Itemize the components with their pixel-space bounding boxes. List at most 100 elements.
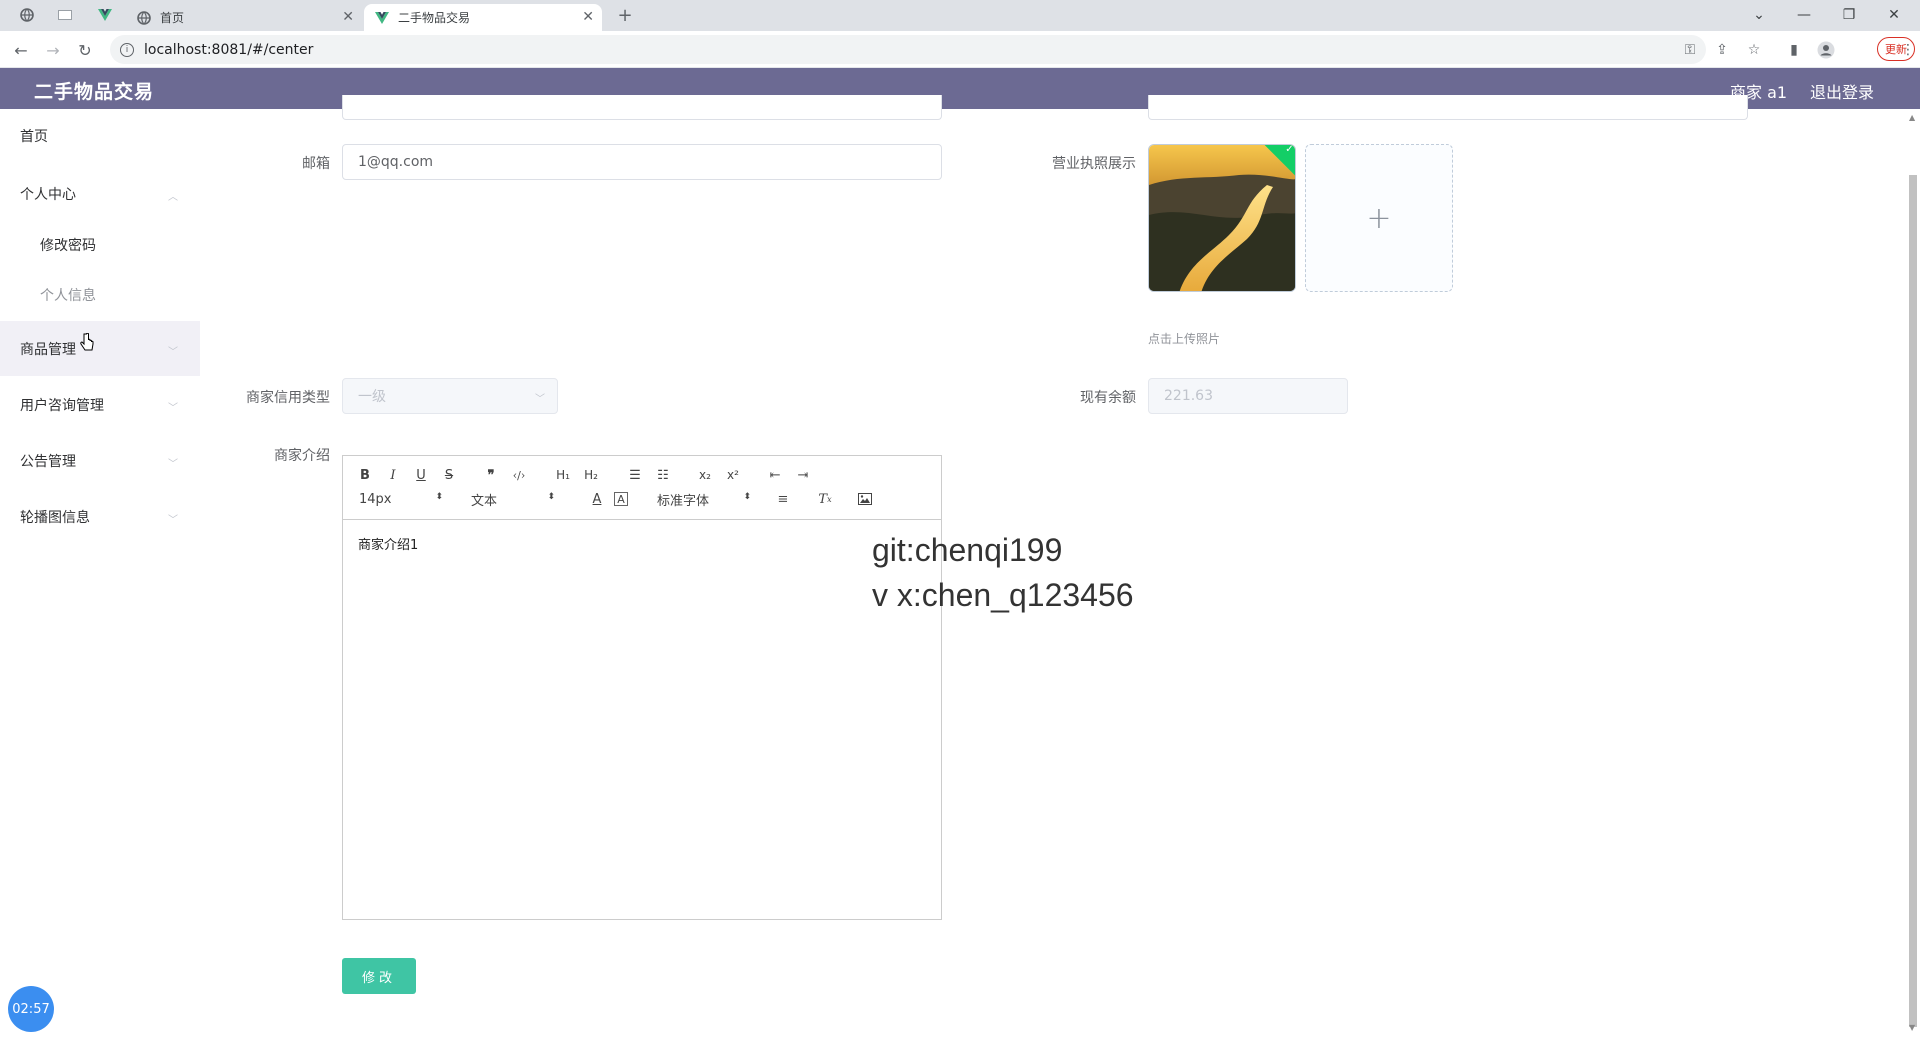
submit-button[interactable]: 修改 [342,958,416,994]
font-size-select[interactable]: 14px ⬍ [359,490,443,508]
intro-label: 商家介绍 [274,448,330,464]
font-color-icon[interactable]: A [587,490,607,508]
sidebar-item-label: 轮播图信息 [20,510,90,526]
sidebar-item-home[interactable]: 首页 [0,111,200,161]
image-icon[interactable] [855,490,875,508]
strike-icon[interactable]: S [439,466,459,484]
updown-arrow-icon: ⬍ [547,492,555,502]
license-image[interactable]: ✓ [1148,144,1296,292]
header-2-icon[interactable]: H₂ [581,466,601,484]
more-icon[interactable]: ⋮ [1898,40,1918,60]
address-bar[interactable]: i localhost:8081/#/center [110,35,1706,64]
sidebar-item-personal-center[interactable]: 个人中心 ︿ [0,169,200,219]
profile-icon[interactable] [1816,40,1836,60]
tab-secondhand[interactable]: 二手物品交易 ✕ [364,4,602,31]
sidebar-item-label: 商品管理 [20,341,76,358]
vue-icon[interactable] [96,6,114,24]
watermark: git:chenqi199 v x:chen_q123456 [872,528,1134,618]
code-block-icon[interactable]: ‹/› [509,466,529,484]
sidebar-item-carousel[interactable]: 轮播图信息 ﹀ [0,492,200,542]
close-icon[interactable]: ✕ [342,9,354,25]
italic-icon[interactable]: I [383,466,403,484]
email-field[interactable]: 1@qq.com [342,144,942,180]
chevron-down-icon[interactable]: ⌄ [1746,4,1772,26]
align-icon[interactable]: ≡ [773,490,793,508]
share-icon[interactable]: ⇪ [1712,40,1732,60]
back-icon[interactable]: ← [10,39,32,61]
updown-arrow-icon: ⬍ [743,492,751,502]
font-family-value: 标准字体 [657,493,710,509]
chevron-down-icon: ﹀ [168,347,178,358]
credit-type-value: 一级 [358,389,386,405]
upload-button[interactable]: + [1305,144,1453,292]
balance-label: 现有余额 [1080,390,1136,406]
plus-icon: + [1366,200,1392,236]
tab-label: 首页 [160,11,185,25]
block-type-select[interactable]: 文本 ⬍ [471,490,555,509]
chevron-down-icon: ﹀ [168,459,178,470]
timer-badge: 02:57 [8,986,54,1032]
side-panel-icon[interactable]: ▮ [1784,40,1804,60]
sidebar: 首页 个人中心 ︿ 修改密码 个人信息 商品管理 ﹀ 用户咨询管理 ﹀ 公告管理… [0,109,200,1038]
editor-content[interactable]: 商家介绍1 [358,534,418,553]
balance-field[interactable]: 221.63 [1148,378,1348,414]
scrollbar-thumb[interactable] [1909,175,1917,1027]
clear-format-icon[interactable]: Tx [815,490,835,508]
sidebar-item-change-password[interactable]: 修改密码 [0,220,200,270]
tab-home[interactable]: 首页 ✕ [126,4,362,31]
new-tab-icon[interactable]: + [616,5,634,26]
sidebar-item-label: 首页 [20,129,48,145]
scroll-down-arrow-icon[interactable]: ▼ [1909,1023,1915,1032]
sidebar-item-label: 用户咨询管理 [20,398,104,414]
header-1-icon[interactable]: H₁ [553,466,573,484]
underline-icon[interactable]: U [411,466,431,484]
bold-icon[interactable]: B [355,466,375,484]
page-scrollbar[interactable]: ▲ ▼ [1906,109,1920,1038]
reload-icon[interactable]: ↻ [74,39,96,61]
upload-hint: 点击上传照片 [1148,332,1221,346]
sidebar-item-label: 个人信息 [40,288,96,304]
key-icon[interactable]: ⚿ [1680,40,1700,60]
sidebar-item-personal-info[interactable]: 个人信息 [0,270,200,320]
app-title: 二手物品交易 [34,81,155,103]
email-label: 邮箱 [302,156,330,172]
font-size-value: 14px [359,491,392,507]
superscript-icon[interactable]: x² [723,466,743,484]
scroll-up-arrow-icon[interactable]: ▲ [1909,113,1915,122]
close-window-icon[interactable]: ✕ [1881,4,1907,26]
logout-link[interactable]: 退出登录 [1810,79,1874,103]
star-icon[interactable]: ☆ [1744,40,1764,60]
browser-toolbar: ← → ↻ i localhost:8081/#/center ⚿ ⇪ ☆ ▮ … [0,31,1920,68]
chevron-down-icon: ﹀ [168,403,178,414]
blank-page-icon[interactable] [56,6,74,24]
blockquote-icon[interactable]: ❞ [481,466,501,484]
editor-toolbar: B I U S ❞ ‹/› H₁ H₂ ☰ ☷ x₂ x² ⇤ ⇥ 14px ⬍… [343,456,941,520]
minimize-icon[interactable]: — [1791,4,1817,26]
rich-text-editor: B I U S ❞ ‹/› H₁ H₂ ☰ ☷ x₂ x² ⇤ ⇥ 14px ⬍… [342,455,942,920]
credit-type-select[interactable]: 一级 ﹀ [342,378,558,414]
background-color-icon[interactable]: A [614,492,628,506]
indent-icon[interactable]: ⇥ [793,466,813,484]
font-family-select[interactable]: 标准字体 ⬍ [657,490,751,509]
url-text: localhost:8081/#/center [144,41,314,58]
outdent-icon[interactable]: ⇤ [765,466,785,484]
top-right-field-clipped[interactable] [1148,95,1748,120]
restore-icon[interactable]: ❐ [1836,4,1862,26]
info-icon[interactable]: i [120,42,134,57]
bullet-list-icon[interactable]: ☷ [653,466,673,484]
ordered-list-icon[interactable]: ☰ [625,466,645,484]
top-field-clipped[interactable] [342,95,942,120]
tab-label: 二手物品交易 [398,11,471,25]
globe-icon[interactable] [18,6,36,24]
sidebar-item-goods-management[interactable]: 商品管理 ﹀ [0,321,200,376]
sidebar-item-consult-management[interactable]: 用户咨询管理 ﹀ [0,380,200,430]
close-icon[interactable]: ✕ [582,9,594,25]
sidebar-item-notice-management[interactable]: 公告管理 ﹀ [0,436,200,486]
forward-icon[interactable]: → [42,39,64,61]
sidebar-item-label: 修改密码 [40,238,96,254]
credit-type-label: 商家信用类型 [246,390,330,406]
subscript-icon[interactable]: x₂ [695,466,715,484]
watermark-line: v x:chen_q123456 [872,577,1134,613]
check-icon: ✓ [1285,144,1294,155]
chevron-up-icon: ︿ [168,192,178,203]
